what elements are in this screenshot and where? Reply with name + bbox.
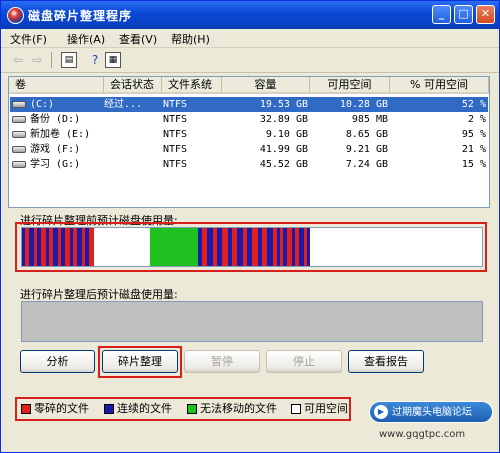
menu-action[interactable]: 操作(A) [67,31,105,47]
drive-icon [12,116,26,123]
column-header-session-status[interactable]: 会话状态 [104,77,162,94]
toolbar-separator [51,52,52,68]
volume-name: 新加卷 (E:) [30,129,91,140]
title-bar[interactable]: 磁盘碎片整理程序 _ □ ✕ [1,1,499,29]
stop-button[interactable]: 停止 [266,350,342,373]
volume-fs: NTFS [163,144,188,155]
maximize-button[interactable]: □ [454,5,473,24]
volume-capacity: 45.52 GB [259,159,308,170]
menu-bar: 文件(F) 操作(A) 查看(V) 帮助(H) [1,29,499,48]
watermark-badge-text: 过期魔头电脑论坛 [392,407,472,418]
volume-free: 985 MB [351,114,388,125]
volume-free: 9.21 GB [345,144,388,155]
before-defrag-disk-map [21,227,483,267]
volume-row[interactable]: 新加卷 (E:) NTFS 9.10 GB 8.65 GB 95 % [10,127,488,142]
properties-icon[interactable]: ▦ [105,52,121,68]
column-header-free-space[interactable]: 可用空间 [310,77,390,94]
minimize-button[interactable]: _ [432,5,451,24]
view-icon[interactable]: ▤ [61,52,77,68]
forward-arrow-icon[interactable]: ⇨ [29,52,45,68]
legend-label: 无法移动的文件 [200,402,277,415]
help-icon[interactable]: ? [87,52,103,68]
volume-row[interactable]: 备份 (D:) NTFS 32.89 GB 985 MB 2 % [10,112,488,127]
volume-percent-free: 15 % [461,159,486,170]
volume-percent-free: 2 % [467,114,486,125]
after-defrag-disk-map [21,301,483,342]
after-analysis-label: 进行碎片整理后预计磁盘使用量: [20,288,178,301]
pause-button[interactable]: 暂停 [184,350,260,373]
disk-map-segment [310,228,482,266]
watermark-badge: ▶ 过期魔头电脑论坛 [369,401,493,423]
volume-fs: NTFS [163,129,188,140]
menu-file[interactable]: 文件(F) [10,31,47,47]
volume-row[interactable]: 学习 (G:) NTFS 45.52 GB 7.24 GB 15 % [10,157,488,172]
volume-status: 经过... [104,99,143,110]
volume-capacity: 41.99 GB [259,144,308,155]
volume-fs: NTFS [163,99,188,110]
volume-name: 游戏 (F:) [30,144,81,155]
volume-name: 备份 (D:) [30,114,81,125]
volume-row[interactable]: 游戏 (F:) NTFS 41.99 GB 9.21 GB 21 % [10,142,488,157]
menu-view[interactable]: 查看(V) [119,31,157,47]
legend-label: 可用空间 [304,402,348,415]
disk-map-segment [150,228,198,266]
drive-icon [12,161,26,168]
column-header-percent-free[interactable]: % 可用空间 [390,77,489,94]
free-space-swatch [291,404,301,414]
volume-fs: NTFS [163,114,188,125]
back-arrow-icon[interactable]: ⇦ [10,52,26,68]
analyze-button[interactable]: 分析 [20,350,95,373]
defragment-button[interactable]: 碎片整理 [102,350,178,373]
volume-fs: NTFS [163,159,188,170]
legend-label: 连续的文件 [117,402,172,415]
menu-help[interactable]: 帮助(H) [171,31,210,47]
volume-percent-free: 95 % [461,129,486,140]
volume-list[interactable]: 卷 会话状态 文件系统 容量 可用空间 % 可用空间 (C:) 经过... NT… [8,76,490,208]
watermark-url: www.gqgtpc.com [379,429,466,440]
unmovable-swatch [187,404,197,414]
legend-label: 零碎的文件 [34,402,89,415]
volume-free: 7.24 GB [345,159,388,170]
contiguous-swatch [104,404,114,414]
volume-name: (C:) [30,99,55,110]
fragmented-swatch [21,404,31,414]
column-header-volume[interactable]: 卷 [9,77,104,94]
drive-icon [12,131,26,138]
column-header-file-system[interactable]: 文件系统 [162,77,222,94]
view-report-button[interactable]: 查看报告 [348,350,424,373]
toolbar: ⇦ ⇨ ▤ ? ▦ [1,48,499,73]
volume-row[interactable]: (C:) 经过... NTFS 19.53 GB 10.28 GB 52 % [10,97,488,112]
volume-capacity: 9.10 GB [265,129,308,140]
volume-percent-free: 21 % [461,144,486,155]
disk-map-segment [94,228,150,266]
drive-icon [12,146,26,153]
window-title: 磁盘碎片整理程序 [28,9,133,23]
volume-free: 10.28 GB [339,99,388,110]
defrag-app-icon [7,7,24,24]
drive-icon [12,101,26,108]
column-header-capacity[interactable]: 容量 [222,77,310,94]
volume-capacity: 32.89 GB [259,114,308,125]
defragmenter-window: 磁盘碎片整理程序 _ □ ✕ 文件(F) 操作(A) 查看(V) 帮助(H) ⇦… [0,0,500,453]
close-button[interactable]: ✕ [476,5,495,24]
forum-watermark: ▶ 过期魔头电脑论坛 www.gqgtpc.com [359,389,499,452]
volume-name: 学习 (G:) [30,159,81,170]
volume-free: 8.65 GB [345,129,388,140]
play-icon: ▶ [374,405,388,419]
volume-capacity: 19.53 GB [259,99,308,110]
volume-percent-free: 52 % [461,99,486,110]
